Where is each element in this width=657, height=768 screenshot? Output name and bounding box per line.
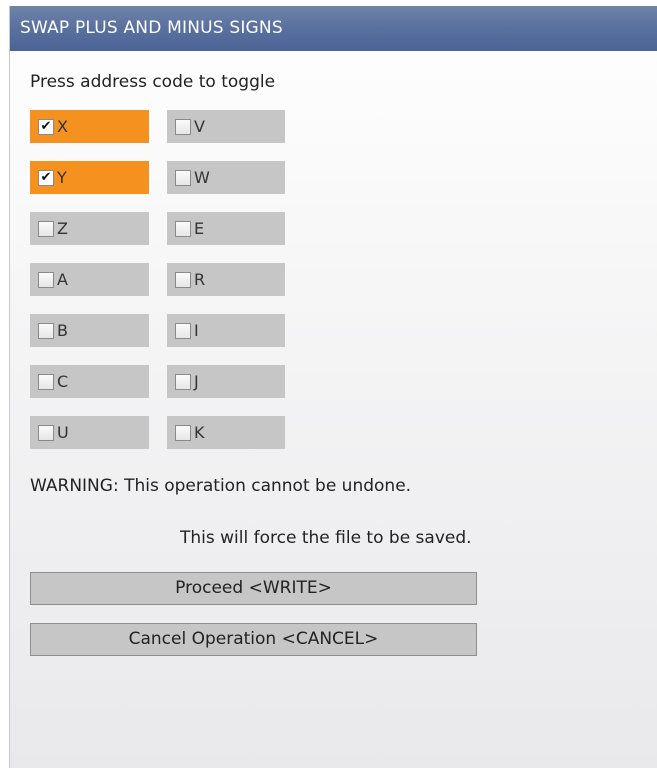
- toggle-label: R: [194, 270, 206, 289]
- toggle-label: X: [57, 117, 68, 136]
- toggle-x[interactable]: ✔ X: [30, 110, 149, 143]
- checkbox-checked-icon: ✔: [38, 169, 54, 186]
- checkbox-checked-icon: ✔: [38, 118, 54, 135]
- swap-signs-dialog: SWAP PLUS AND MINUS SIGNS Press address …: [9, 6, 657, 768]
- toggle-y[interactable]: ✔ Y: [30, 161, 149, 194]
- checkbox-unchecked-icon: [38, 322, 54, 339]
- toggle-label: W: [194, 168, 210, 187]
- toggle-w[interactable]: W: [167, 161, 285, 194]
- toggle-j[interactable]: J: [167, 365, 285, 398]
- instruction-text: Press address code to toggle: [30, 72, 276, 92]
- toggle-r[interactable]: R: [167, 263, 285, 296]
- checkbox-unchecked-icon: [175, 424, 191, 441]
- checkbox-unchecked-icon: [175, 373, 191, 390]
- toggle-k[interactable]: K: [167, 416, 285, 449]
- toggle-label: J: [194, 372, 199, 391]
- dialog-title: SWAP PLUS AND MINUS SIGNS: [10, 6, 657, 51]
- proceed-button[interactable]: Proceed <WRITE>: [30, 572, 477, 605]
- checkbox-unchecked-icon: [38, 271, 54, 288]
- toggle-v[interactable]: V: [167, 110, 285, 143]
- toggle-label: U: [57, 423, 69, 442]
- toggle-label: A: [57, 270, 68, 289]
- toggle-e[interactable]: E: [167, 212, 285, 245]
- toggle-label: V: [194, 117, 205, 136]
- checkbox-unchecked-icon: [175, 118, 191, 135]
- toggle-label: Y: [57, 168, 67, 187]
- toggle-u[interactable]: U: [30, 416, 149, 449]
- checkbox-unchecked-icon: [38, 220, 54, 237]
- checkbox-unchecked-icon: [38, 424, 54, 441]
- checkbox-unchecked-icon: [175, 220, 191, 237]
- checkbox-unchecked-icon: [175, 169, 191, 186]
- toggle-label: K: [194, 423, 205, 442]
- toggle-label: I: [194, 321, 199, 340]
- checkbox-unchecked-icon: [38, 373, 54, 390]
- checkbox-unchecked-icon: [175, 271, 191, 288]
- toggle-i[interactable]: I: [167, 314, 285, 347]
- save-note: This will force the file to be saved.: [180, 528, 472, 548]
- toggle-c[interactable]: C: [30, 365, 149, 398]
- warning-text: WARNING: This operation cannot be undone…: [30, 476, 412, 496]
- toggle-a[interactable]: A: [30, 263, 149, 296]
- toggle-label: C: [57, 372, 69, 391]
- toggle-label: E: [194, 219, 205, 238]
- toggle-z[interactable]: Z: [30, 212, 149, 245]
- toggle-label: Z: [57, 219, 68, 238]
- toggle-b[interactable]: B: [30, 314, 149, 347]
- checkbox-unchecked-icon: [175, 322, 191, 339]
- toggle-label: B: [57, 321, 68, 340]
- cancel-button[interactable]: Cancel Operation <CANCEL>: [30, 623, 477, 656]
